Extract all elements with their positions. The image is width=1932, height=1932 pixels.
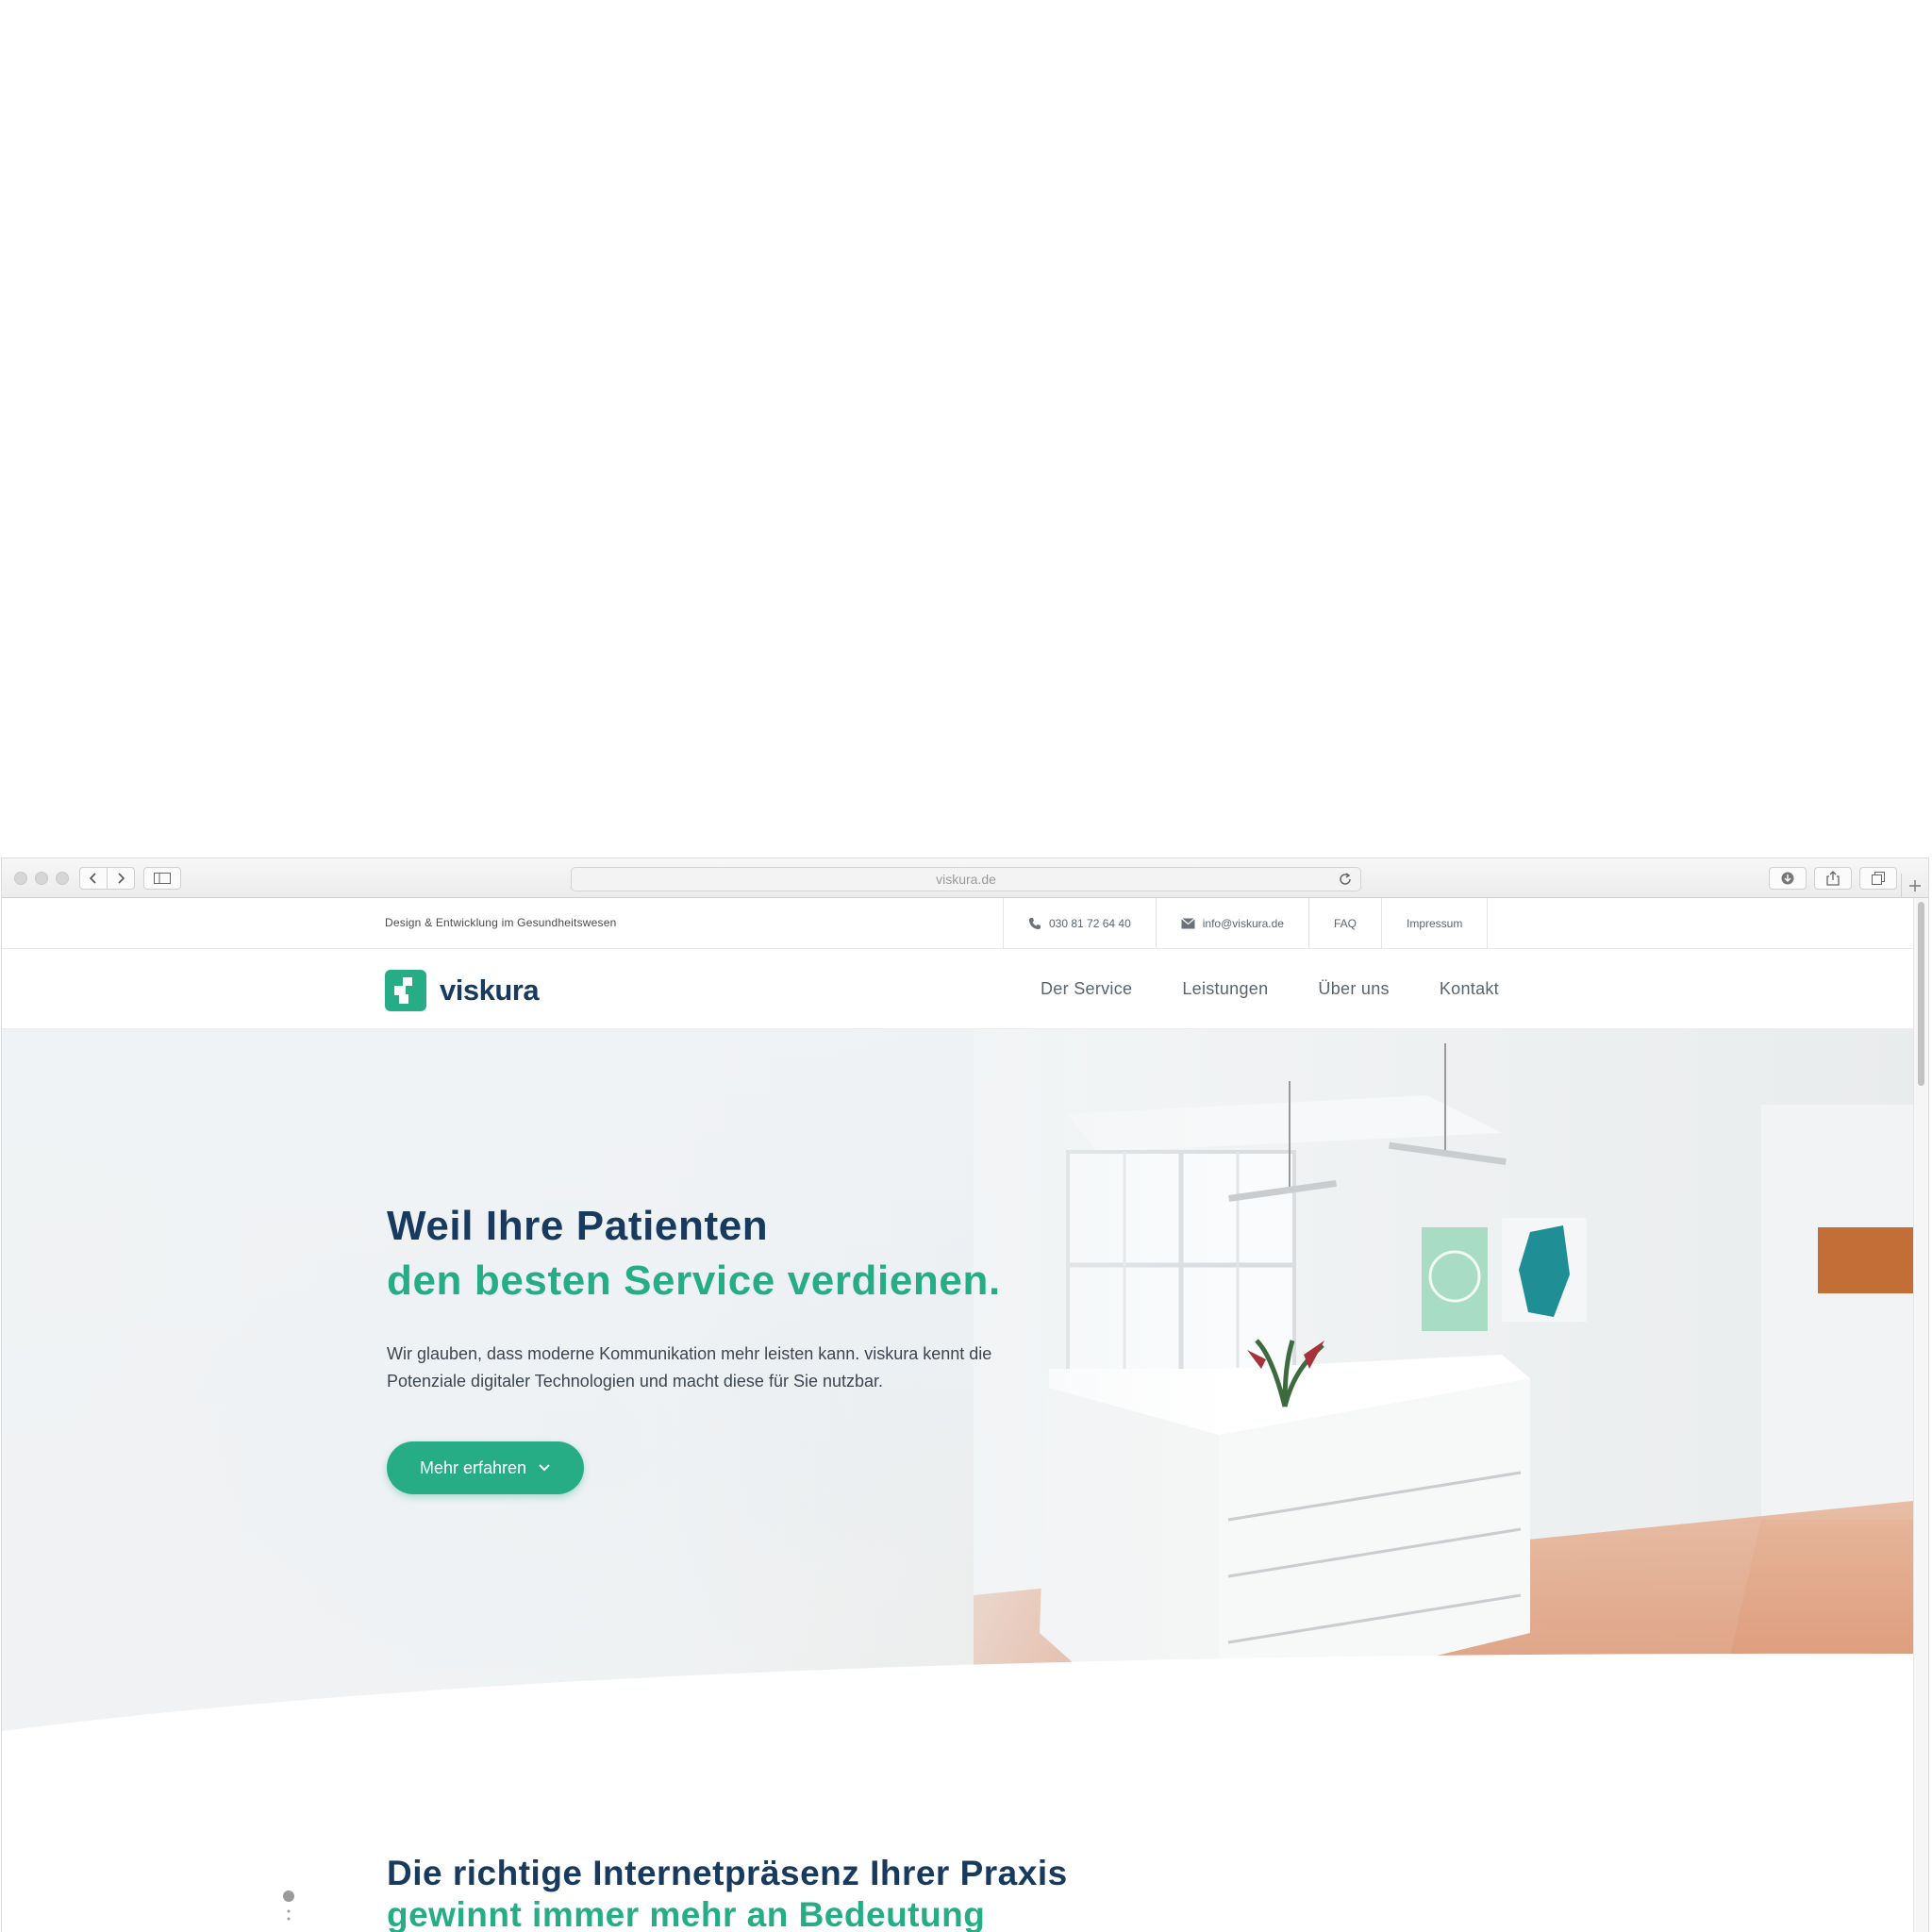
logo[interactable]: viskura [385, 970, 540, 1011]
share-icon [1826, 871, 1840, 886]
main-navbar: viskura Der Service Leistungen Über uns … [2, 949, 1913, 1029]
chevron-left-icon [89, 873, 96, 884]
sidebar-icon [154, 873, 171, 884]
scrollbar-thumb[interactable] [1918, 902, 1924, 1086]
section-title-line2: gewinnt immer mehr an Bedeutung [387, 1895, 986, 1932]
nav-item-der-service[interactable]: Der Service [1041, 979, 1132, 999]
back-button[interactable] [79, 867, 108, 890]
nav-item-ueber-uns[interactable]: Über uns [1318, 979, 1389, 999]
minimize-window-icon[interactable] [35, 872, 48, 885]
download-icon [1781, 872, 1794, 885]
address-bar[interactable]: viskura.de [571, 867, 1361, 891]
share-button[interactable] [1814, 867, 1852, 890]
mail-icon [1180, 917, 1195, 928]
close-window-icon[interactable] [14, 872, 27, 885]
email-address: info@viskura.de [1202, 916, 1284, 930]
zoom-window-icon[interactable] [56, 872, 69, 885]
top-info-bar: Design & Entwicklung im Gesundheitswesen… [2, 898, 1913, 949]
top-links: 030 81 72 64 40 info@viskura.de FAQ Impr… [1003, 898, 1489, 948]
section-title-line1: Die richtige Internetpräsenz Ihrer Praxi… [387, 1854, 1068, 1892]
web-page: Design & Entwicklung im Gesundheitswesen… [2, 898, 1913, 1932]
impressum-link[interactable]: Impressum [1382, 898, 1489, 948]
plus-icon [1909, 880, 1921, 891]
browser-window: viskura.de Design & Entwicklung im Gesun… [2, 858, 1928, 1932]
tagline: Design & Entwicklung im Gesundheitswesen [385, 916, 617, 929]
phone-number: 030 81 72 64 40 [1049, 916, 1131, 930]
tabs-icon [1872, 872, 1885, 885]
scroll-indicator [281, 1889, 300, 1931]
section-title: Die richtige Internetpräsenz Ihrer Praxi… [387, 1853, 1068, 1932]
phone-icon [1029, 917, 1041, 929]
page-scrollbar[interactable] [1913, 898, 1928, 1932]
nav-item-leistungen[interactable]: Leistungen [1182, 979, 1268, 999]
nav-item-kontakt[interactable]: Kontakt [1440, 979, 1499, 999]
sidebar-toggle-button[interactable] [143, 867, 181, 890]
new-tab-button[interactable] [1901, 874, 1928, 898]
impressum-label: Impressum [1407, 916, 1463, 930]
faq-label: FAQ [1333, 916, 1357, 930]
tabs-overview-button[interactable] [1859, 867, 1897, 890]
logo-cross-icon [385, 970, 426, 1011]
phone-link[interactable]: 030 81 72 64 40 [1004, 898, 1157, 948]
hero-section: Weil Ihre Patienten den besten Service v… [2, 1029, 1913, 1746]
downloads-button[interactable] [1769, 867, 1807, 890]
hero-bottom-curve [2, 1653, 1913, 1746]
logo-text: viskura [440, 974, 540, 1007]
reload-icon[interactable] [1338, 872, 1353, 887]
primary-nav: Der Service Leistungen Über uns Kontakt [1041, 979, 1499, 999]
chevron-right-icon [118, 873, 125, 884]
faq-link[interactable]: FAQ [1309, 898, 1382, 948]
browser-toolbar: viskura.de [2, 858, 1928, 898]
email-link[interactable]: info@viskura.de [1157, 898, 1309, 948]
url-text: viskura.de [936, 872, 996, 887]
forward-button[interactable] [107, 867, 135, 890]
